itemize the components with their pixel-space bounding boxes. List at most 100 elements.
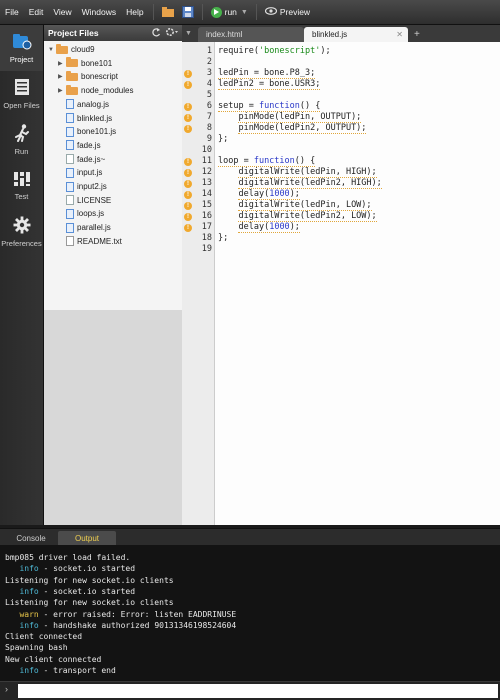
collapsed-arrow-icon[interactable]: ▶ (58, 60, 66, 67)
line-number: 10 (201, 145, 212, 155)
code-line: ledPin2 = bone.USR3; (218, 79, 321, 90)
refresh-icon[interactable] (151, 27, 161, 39)
tab-label: Console (16, 534, 46, 543)
tree-file[interactable]: bone101.js (58, 125, 116, 138)
tree-file[interactable]: input.js (58, 166, 102, 179)
tree-file[interactable]: LICENSE (58, 194, 111, 207)
console-tab-bar: Console Output (0, 528, 500, 546)
warning-icon[interactable]: ! (184, 80, 192, 89)
warning-icon[interactable]: ! (184, 190, 192, 199)
warning-icon[interactable]: ! (184, 223, 192, 232)
new-tab-icon[interactable]: + (414, 29, 420, 40)
log-level-info: info (5, 586, 39, 596)
project-files-title: Project Files (48, 28, 99, 38)
chevron-down-icon[interactable]: ▼ (241, 9, 248, 16)
warning-icon[interactable]: ! (184, 113, 192, 122)
warning-icon[interactable]: ! (184, 69, 192, 78)
test-icon (13, 171, 31, 189)
command-input[interactable] (18, 684, 498, 698)
sidebar-item-project[interactable]: Project (0, 25, 43, 71)
open-files-icon (14, 78, 30, 98)
menu-item-windows[interactable]: Windows (77, 7, 121, 17)
tree-file[interactable]: blinkled.js (58, 112, 112, 125)
run-icon (14, 124, 30, 144)
line-number: 18 (201, 233, 212, 243)
line-number: 9 (206, 134, 212, 144)
code-line: digitalWrite(ledPin, HIGH); (238, 167, 377, 178)
open-folder-icon[interactable] (160, 4, 176, 20)
tree-file[interactable]: fade.js~ (58, 153, 105, 166)
play-icon (210, 6, 222, 18)
warning-icon[interactable]: ! (184, 212, 192, 221)
warning-icon[interactable]: ! (184, 124, 192, 133)
expanded-arrow-icon[interactable]: ▼ (48, 47, 56, 53)
code-line: loop = function() { (218, 156, 316, 167)
tab-label: index.html (206, 30, 243, 39)
tree-item-label: analog.js (77, 99, 110, 109)
warning-icon[interactable]: ! (184, 102, 192, 111)
code-line: }; (218, 233, 229, 243)
code-line: digitalWrite(ledPin2, HIGH); (238, 178, 382, 189)
settings-icon[interactable] (165, 27, 179, 39)
tree-folder[interactable]: ▶ node_modules (58, 84, 133, 97)
tree-file[interactable]: analog.js (58, 98, 109, 111)
output-line: Listening for new socket.io clients (5, 576, 174, 587)
tree-folder[interactable]: ▶ bone101 (58, 57, 112, 70)
tab-output[interactable]: Output (58, 531, 116, 546)
preview-button[interactable]: Preview (261, 7, 314, 17)
tree-folder[interactable]: ▼ cloud9 (48, 43, 95, 56)
code-editor[interactable]: 1 2 3! 4! 5 6! 7! 8! 9 10 11! 12! 13! 14! 15! 16! 17! 18 1… (182, 42, 500, 525)
tree-folder[interactable]: ▶ bonescript (58, 70, 118, 83)
save-icon[interactable] (180, 4, 196, 20)
tree-file[interactable]: loops.js (58, 207, 104, 220)
file-icon (66, 195, 74, 206)
sidebar-item-test[interactable]: Test (0, 163, 43, 209)
file-icon (66, 140, 74, 151)
output-line: info - transport end (5, 666, 115, 677)
collapsed-arrow-icon[interactable]: ▶ (58, 73, 66, 80)
menu-item-help[interactable]: Help (121, 7, 148, 17)
output-text: bmp085 driver load failed. (5, 553, 131, 562)
warning-icon[interactable]: ! (184, 157, 192, 166)
tree-item-label: fade.js~ (77, 154, 106, 164)
sidebar-item-open-files[interactable]: Open Files (0, 71, 43, 117)
project-files-header: Project Files (44, 25, 182, 41)
output-text: New client connected (5, 654, 102, 664)
tab-console[interactable]: Console (8, 531, 54, 546)
tree-file[interactable]: input2.js (58, 180, 107, 193)
editor-gutter: 1 2 3! 4! 5 6! 7! 8! 9 10 11! 12! 13! 14! 15! 16! 17! 18 1… (182, 42, 215, 525)
toolbar-separator (152, 4, 154, 20)
menu-item-file[interactable]: File (0, 7, 24, 17)
tree-file[interactable]: parallel.js (58, 221, 111, 234)
output-text: - socket.io started (38, 564, 136, 574)
sidebar-item-preferences[interactable]: Preferences (0, 209, 43, 255)
warning-icon[interactable]: ! (184, 201, 192, 210)
line-number: 2 (206, 57, 212, 67)
warning-icon[interactable]: ! (184, 168, 192, 177)
folder-icon (56, 43, 68, 54)
run-label: run (224, 7, 237, 17)
menu-item-edit[interactable]: Edit (24, 7, 49, 17)
folder-icon (66, 70, 78, 81)
output-text: - handshake authorized 90131346198524604 (38, 620, 237, 630)
toolbar-separator (255, 4, 257, 20)
output-text: - error raised: Error: listen EADDRINUSE (38, 609, 237, 619)
close-icon[interactable]: ✕ (396, 30, 403, 39)
collapsed-arrow-icon[interactable]: ▶ (58, 87, 66, 94)
warning-icon[interactable]: ! (184, 179, 192, 188)
sidebar-item-run[interactable]: Run (0, 117, 43, 163)
menu-item-view[interactable]: View (48, 7, 76, 17)
menu-items: File Edit View Windows Help (0, 7, 149, 17)
tab-blinkled-js[interactable]: blinkled.js ✕ (304, 27, 408, 42)
tree-file[interactable]: README.txt (58, 235, 122, 248)
run-button[interactable]: run ▼ (207, 6, 252, 18)
output-line: New client connected (5, 655, 101, 666)
tree-item-label: bonescript (81, 72, 118, 82)
file-icon (66, 222, 74, 233)
output-line: Listening for new socket.io clients (5, 598, 174, 609)
tab-index-html[interactable]: index.html (198, 27, 304, 42)
left-toolbar: Project Open Files Run Test Preferences (0, 25, 44, 525)
folder-icon (66, 84, 78, 95)
tree-file[interactable]: fade.js (58, 139, 101, 152)
tab-list-chevron-icon[interactable]: ▼ (185, 30, 192, 37)
